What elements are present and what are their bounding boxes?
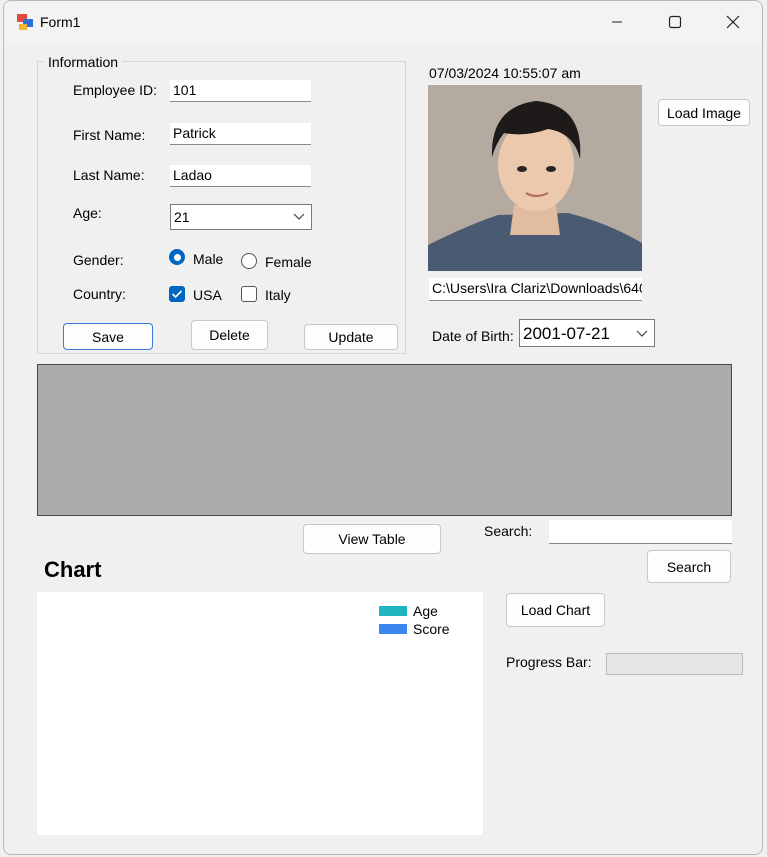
age-value: 21 [174, 209, 190, 225]
title-bar: Form1 [4, 1, 762, 43]
minimize-button[interactable] [588, 1, 646, 43]
search-button[interactable]: Search [647, 550, 731, 583]
male-radio[interactable] [169, 249, 185, 265]
chart-svg: Age Score [379, 603, 450, 637]
app-icon [17, 14, 33, 30]
window-title: Form1 [40, 14, 81, 30]
legend-swatch-age [379, 606, 407, 616]
person-photo-icon [428, 85, 642, 271]
dob-value: 2001-07-21 [523, 324, 610, 343]
dob-picker[interactable]: 2001-07-21 [519, 319, 655, 347]
close-button[interactable] [704, 1, 762, 43]
usa-checkbox-label[interactable]: USA [193, 287, 222, 303]
chart-heading: Chart [44, 557, 102, 582]
close-icon [726, 15, 740, 29]
italy-checkbox[interactable] [241, 286, 257, 302]
checkmark-icon [171, 290, 183, 299]
last-name-label: Last Name: [73, 167, 145, 183]
maximize-button[interactable] [646, 1, 704, 43]
last-name-field[interactable]: Ladao [170, 165, 311, 187]
employee-id-field[interactable]: 101 [170, 80, 311, 102]
italy-checkbox-label[interactable]: Italy [265, 287, 291, 303]
load-chart-button[interactable]: Load Chart [506, 593, 605, 627]
image-path-field[interactable]: C:\Users\Ira Clariz\Downloads\640 [429, 278, 642, 301]
search-input[interactable] [549, 520, 732, 544]
datetime-label: 07/03/2024 10:55:07 am [429, 65, 581, 81]
progress-bar-label: Progress Bar: [506, 654, 592, 670]
country-label: Country: [73, 286, 126, 302]
male-radio-label[interactable]: Male [193, 251, 223, 267]
female-radio[interactable] [241, 253, 257, 269]
progress-bar [606, 653, 743, 675]
save-button[interactable]: Save [63, 323, 153, 350]
maximize-icon [668, 15, 682, 29]
usa-checkbox[interactable] [169, 286, 185, 302]
chevron-down-icon [293, 213, 305, 220]
age-label: Age: [73, 205, 102, 221]
search-label: Search: [484, 523, 533, 539]
first-name-field[interactable]: Patrick [170, 123, 311, 145]
update-button[interactable]: Update [304, 324, 398, 350]
chevron-down-icon [636, 330, 648, 337]
information-caption: Information [44, 54, 123, 70]
chart-canvas: Age Score [37, 592, 483, 835]
legend-label-age: Age [413, 603, 438, 619]
employee-id-label: Employee ID: [73, 82, 158, 98]
delete-button[interactable]: Delete [191, 320, 268, 350]
female-radio-label[interactable]: Female [265, 254, 312, 270]
first-name-label: First Name: [73, 127, 146, 143]
legend-label-score: Score [413, 621, 450, 637]
main-window: Form1 Information Employee ID: 101 First… [3, 0, 763, 855]
profile-photo [428, 85, 642, 271]
dob-label: Date of Birth: [432, 328, 514, 344]
load-image-button[interactable]: Load Image [658, 99, 750, 126]
data-grid[interactable] [37, 364, 732, 516]
legend-swatch-score [379, 624, 407, 634]
minimize-icon [612, 21, 622, 23]
view-table-button[interactable]: View Table [303, 524, 441, 554]
gender-label: Gender: [73, 252, 124, 268]
age-dropdown[interactable]: 21 [170, 204, 312, 230]
